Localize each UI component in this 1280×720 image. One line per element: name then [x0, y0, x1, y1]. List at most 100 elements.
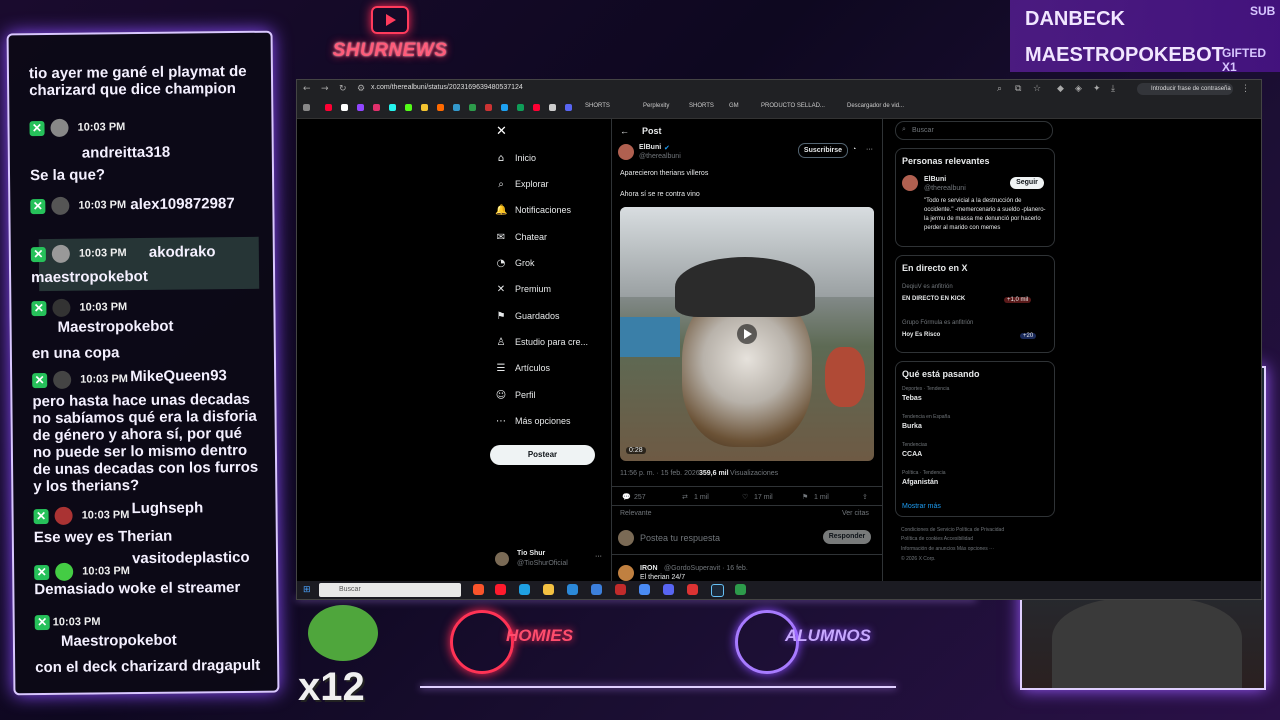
bookmark-icon[interactable]: [533, 104, 540, 111]
nav-item-explorar[interactable]: ⌕ Explorar: [495, 179, 548, 193]
quotes-link[interactable]: Ver citas: [842, 510, 869, 517]
x-bookmark-icon[interactable]: [341, 104, 348, 111]
x-logo-icon[interactable]: ✕: [496, 124, 507, 139]
live2-title[interactable]: Hoy Es Risco: [902, 332, 940, 338]
bookmark-icon[interactable]: [453, 104, 460, 111]
footer-links[interactable]: Información de anuncios Más opciones ···: [901, 546, 994, 552]
nav-item-m-s-opciones[interactable]: ⋯ Más opciones: [495, 416, 571, 430]
bookmark-icon[interactable]: [549, 104, 556, 111]
chat-username[interactable]: alex109872987: [130, 194, 279, 213]
search-input[interactable]: Buscar: [912, 127, 934, 134]
author-handle[interactable]: @therealbuni: [639, 153, 681, 160]
back-icon[interactable]: ←: [303, 84, 311, 94]
trend-name[interactable]: CCAA: [902, 451, 922, 458]
url-input[interactable]: x.com/therealbuni/status/202316963948053…: [371, 84, 523, 91]
subscribe-button[interactable]: Suscribirse: [798, 143, 848, 158]
extension-icon[interactable]: ◆: [1057, 84, 1064, 94]
chat-username[interactable]: Lughseph: [131, 498, 279, 517]
bookmark-gm[interactable]: GM: [729, 103, 739, 109]
post-video[interactable]: 0:28: [620, 207, 874, 461]
bookmark-descargador[interactable]: Descargador de vid...: [847, 103, 904, 109]
nav-item-grok[interactable]: ◔ Grok: [495, 258, 535, 272]
chat-username[interactable]: Maestropokebot: [58, 316, 280, 336]
reply-author[interactable]: IRON: [640, 565, 658, 572]
repost-icon[interactable]: ⇄: [682, 493, 688, 501]
kick-bookmark-icon[interactable]: [405, 104, 412, 111]
nav-item-premium[interactable]: ✕ Premium: [495, 284, 551, 298]
install-icon[interactable]: ⧉: [1015, 84, 1021, 94]
windows-start-icon[interactable]: ⊞: [303, 584, 311, 595]
more-icon[interactable]: ···: [595, 553, 602, 560]
bookmark-producto[interactable]: PRODUCTO SELLAD...: [761, 103, 825, 109]
nav-item-estudio-para-cre[interactable]: ♙ Estudio para cre...: [495, 337, 589, 351]
post-button[interactable]: Postear: [490, 445, 595, 465]
chat-username[interactable]: akodrako: [149, 241, 280, 261]
bookmark-icon[interactable]: [437, 104, 444, 111]
menu-icon[interactable]: ⋮: [1241, 84, 1250, 94]
app-icon[interactable]: [687, 584, 698, 595]
bookmark-icon[interactable]: [501, 104, 508, 111]
reply-input[interactable]: Postea tu respuesta: [640, 533, 720, 543]
footer-links[interactable]: Política de cookies Accesibilidad: [901, 536, 973, 542]
rel-name[interactable]: ElBuni: [924, 176, 946, 183]
store-icon[interactable]: [567, 584, 578, 595]
chat-username[interactable]: vasitodeplastico: [132, 548, 279, 567]
bookmark-icon[interactable]: [421, 104, 428, 111]
bookmark-icon[interactable]: ⚑: [802, 493, 808, 501]
brave-icon[interactable]: [473, 584, 484, 595]
bookmark-shorts-2[interactable]: SHORTS: [689, 103, 714, 109]
bookmark-icon[interactable]: [517, 104, 524, 111]
follow-button[interactable]: Seguir: [1010, 177, 1044, 189]
nav-item-perfil[interactable]: ☺ Perfil: [495, 390, 536, 404]
nav-item-inicio[interactable]: ⌂ Inicio: [495, 153, 536, 167]
author-avatar[interactable]: [618, 144, 634, 160]
app-icon[interactable]: [615, 584, 626, 595]
reply-button[interactable]: Responder: [823, 530, 871, 544]
zoom-icon[interactable]: ⌕: [997, 84, 1002, 94]
more-icon[interactable]: ···: [866, 146, 873, 153]
site-info-icon[interactable]: ⚙: [357, 84, 365, 94]
instagram-bookmark-icon[interactable]: [373, 104, 380, 111]
taskbar-search[interactable]: Buscar: [319, 583, 461, 597]
live1-title[interactable]: EN DIRECTO EN KICK: [902, 296, 965, 302]
trend-name[interactable]: Tebas: [902, 395, 922, 402]
opera-icon[interactable]: [495, 584, 506, 595]
nav-item-guardados[interactable]: ⚑ Guardados: [495, 311, 560, 325]
tiktok-bookmark-icon[interactable]: [389, 104, 396, 111]
footer-links[interactable]: Condiciones de Servicio Política de Priv…: [901, 527, 1004, 533]
chat-username[interactable]: andreitta318: [82, 142, 280, 162]
bookmark-icon[interactable]: [565, 104, 572, 111]
discord-icon[interactable]: [663, 584, 674, 595]
app-icon[interactable]: [591, 584, 602, 595]
chrome-icon[interactable]: [639, 584, 650, 595]
like-icon[interactable]: ♡: [742, 493, 748, 501]
star-icon[interactable]: ☆: [1033, 84, 1041, 94]
bookmark-shorts[interactable]: SHORTS: [585, 103, 610, 109]
app-icon[interactable]: [735, 584, 746, 595]
youtube-bookmark-icon[interactable]: [325, 104, 332, 111]
extension-icon[interactable]: ◈: [1075, 84, 1082, 94]
edge-icon[interactable]: [519, 584, 530, 595]
reply-handle[interactable]: @GordoSuperavit · 16 feb.: [664, 565, 748, 572]
search-box[interactable]: ⌕ Buscar: [895, 121, 1053, 140]
nav-item-chatear[interactable]: ✉ Chatear: [495, 232, 547, 246]
nav-item-notificaciones[interactable]: 🔔 Notificaciones: [495, 205, 571, 219]
reply-icon[interactable]: 💬: [622, 493, 631, 501]
bookmark-icon[interactable]: [485, 104, 492, 111]
apps-icon[interactable]: [303, 104, 310, 111]
trend-name[interactable]: Afganistán: [902, 479, 938, 486]
play-icon[interactable]: [737, 324, 757, 344]
bookmark-icon[interactable]: [469, 104, 476, 111]
author-name[interactable]: ElBuni: [639, 144, 661, 151]
rel-handle[interactable]: @therealbuni: [924, 185, 966, 192]
back-arrow-icon[interactable]: ←: [620, 126, 629, 136]
password-prompt[interactable]: Introducir frase de contraseña: [1137, 83, 1233, 95]
grok-icon[interactable]: ◔: [852, 146, 856, 153]
steam-icon[interactable]: [711, 584, 724, 597]
bookmark-perplexity[interactable]: Perplexity: [643, 103, 669, 109]
show-more-link[interactable]: Mostrar más: [902, 503, 941, 510]
extensions-puzzle-icon[interactable]: ✦: [1093, 84, 1101, 94]
chat-username[interactable]: Maestropokebot: [61, 630, 280, 650]
file-explorer-icon[interactable]: [543, 584, 554, 595]
share-icon[interactable]: ⇪: [862, 493, 868, 501]
